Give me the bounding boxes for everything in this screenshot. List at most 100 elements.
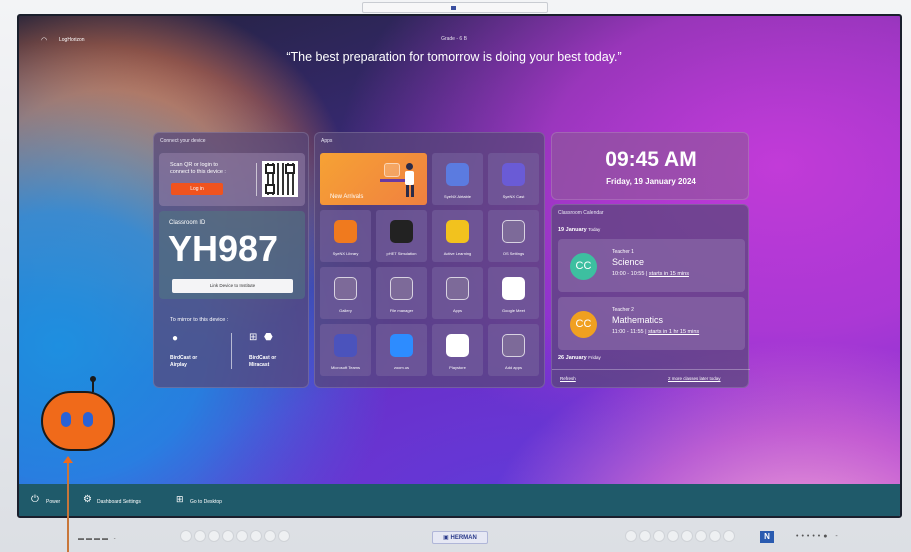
calendar-event-1[interactable]: CC Teacher 1 Science 10:00 - 10:55 | sta…	[558, 239, 745, 292]
power-icon[interactable]: ⏻	[31, 494, 39, 505]
event-2-subject: Mathematics	[612, 315, 664, 325]
app-icon	[334, 220, 357, 243]
app-label: SyeNX Airtable	[444, 194, 471, 199]
power-label[interactable]: Power	[46, 499, 60, 505]
day2-label: 26 January Friday	[558, 355, 601, 361]
app-label: Active Learning	[443, 251, 472, 256]
calendar-title: Classroom Calendar	[558, 210, 604, 216]
camera-bar	[362, 2, 548, 13]
screen: ◠ LogHorizon Grade - 6 B “The best prepa…	[17, 14, 902, 518]
qr-code-icon	[262, 161, 298, 197]
classroom-card: Classroom ID YH987 Link Device to Instit…	[159, 211, 305, 299]
bezel-left-marks: ▬▬▬▬ -	[78, 536, 118, 542]
app-icon	[390, 334, 413, 357]
app-tile[interactable]: SyeNX Cast	[488, 153, 539, 205]
clock-date: Friday, 19 January 2024	[606, 177, 696, 186]
app-label: File manager	[389, 308, 414, 313]
app-tile[interactable]: Gallery	[320, 267, 371, 319]
scan-text-2: connect to this device :	[170, 169, 226, 175]
app-label: Apps	[452, 308, 463, 313]
mirror-separator	[231, 333, 232, 369]
app-tile[interactable]: File manager	[376, 267, 427, 319]
calendar-event-2[interactable]: CC Teacher 2 Mathematics 11:00 - 11:55 |…	[558, 297, 745, 350]
app-icon	[502, 163, 525, 186]
apps-panel-title: Apps	[321, 138, 333, 144]
event-1-time-range: 10:00 - 10:55 |	[612, 271, 648, 277]
app-tile[interactable]: SyeNX Airtable	[432, 153, 483, 205]
scan-text-1: Scan QR or login to	[170, 162, 218, 168]
desktop-icon[interactable]: ⊞	[176, 494, 184, 505]
windows-icon: ⊞	[249, 332, 258, 343]
day1-label: 19 January Today	[558, 227, 600, 233]
event-2-teacher: Teacher 2	[612, 307, 634, 313]
event-1-starts: starts in 15 mins	[648, 271, 689, 277]
app-icon	[390, 220, 413, 243]
brand-badge: ▣ HERMAN	[432, 531, 488, 544]
app-tile[interactable]: Microsoft Teams	[320, 324, 371, 376]
bezel-bottom: ▬▬▬▬ - ▣ HERMAN N •••••● -	[0, 520, 911, 552]
app-label: OS Settings	[502, 251, 525, 256]
app-label: zoom.us	[393, 365, 410, 370]
event-1-time: 10:00 - 10:55 | starts in 15 mins	[612, 271, 689, 277]
login-button[interactable]: Log in	[171, 183, 223, 195]
app-label: Playstore	[449, 365, 466, 370]
connect-panel-title: Connect your device	[160, 138, 206, 144]
camera-icon	[451, 6, 456, 10]
event-2-time-range: 11:00 - 11:55 |	[612, 329, 647, 335]
mirror-label: To mirror to this device :	[170, 317, 229, 323]
android-icon: ⬣	[264, 332, 273, 343]
app-tile[interactable]: SyeNX Library	[320, 210, 371, 262]
app-tile[interactable]: Active Learning	[432, 210, 483, 262]
app-icon	[446, 163, 469, 186]
day1-sub: Today	[588, 227, 601, 232]
classroom-id-label: Classroom ID	[169, 220, 206, 226]
more-classes-link[interactable]: 2 more classes later today	[668, 376, 721, 381]
classroom-id: YH987	[168, 228, 279, 269]
clock-panel: 09:45 AM Friday, 19 January 2024	[551, 132, 749, 200]
event-2-time: 11:00 - 11:55 | starts in 1 hr 15 mins	[612, 329, 699, 335]
app-icon	[446, 334, 469, 357]
desktop-label[interactable]: Go to Desktop	[190, 499, 222, 505]
bezel-right-pads	[625, 520, 745, 552]
event-2-starts: starts in 1 hr 15 mins	[648, 329, 700, 335]
robot-mascot-icon[interactable]	[39, 376, 117, 456]
apps-panel: Apps New Arrivals SyeNX Airtable SyeNX Ca…	[314, 132, 545, 388]
event-1-subject: Science	[612, 257, 645, 267]
event-2-avatar: CC	[570, 311, 597, 338]
app-tile[interactable]: zoom.us	[376, 324, 427, 376]
mirror-win-2: Miracast	[249, 362, 270, 368]
quote: “The best preparation for tomorrow is do…	[286, 50, 622, 64]
app-tile[interactable]: Apps	[432, 267, 483, 319]
app-label: Microsoft Teams	[330, 365, 361, 370]
featured-app-tile[interactable]: New Arrivals	[320, 153, 427, 205]
gear-icon[interactable]: ⚙	[83, 494, 92, 505]
grade-label: Grade - 6 B	[441, 36, 467, 42]
mirror-win-1: BirdCast or	[249, 355, 277, 361]
apple-icon: ●	[172, 333, 179, 344]
link-device-button[interactable]: Link Device to Institute	[172, 279, 293, 293]
app-label: SyeNX Cast	[502, 194, 525, 199]
app-tile[interactable]: pHET Simulation	[376, 210, 427, 262]
connect-panel: Connect your device Scan QR or login to …	[153, 132, 309, 388]
app-icon	[446, 220, 469, 243]
day1-date: 19 January	[558, 227, 587, 233]
app-tile[interactable]: Google Meet	[488, 267, 539, 319]
mirror-apple-1: BirdCast or	[170, 355, 198, 361]
app-tile[interactable]: OS Settings	[488, 210, 539, 262]
app-label: Gallery	[339, 308, 352, 313]
app-tile[interactable]: Playstore	[432, 324, 483, 376]
app-icon	[446, 277, 469, 300]
refresh-link[interactable]: Refresh	[560, 376, 576, 381]
display-frame: ◠ LogHorizon Grade - 6 B “The best prepa…	[0, 0, 911, 552]
app-icon	[334, 277, 357, 300]
app-icon	[334, 334, 357, 357]
app-tile[interactable]: Add apps	[488, 324, 539, 376]
app-label: SyeNX Library	[332, 251, 359, 256]
bezel-right-dots: •••••● -	[796, 533, 841, 540]
dashboard-settings-label[interactable]: Dashboard Settings	[97, 499, 141, 505]
bezel-left-pads	[180, 520, 300, 552]
separator	[256, 163, 257, 196]
mirror-apple-2: Airplay	[170, 362, 187, 368]
app-icon	[502, 334, 525, 357]
app-icon	[390, 277, 413, 300]
